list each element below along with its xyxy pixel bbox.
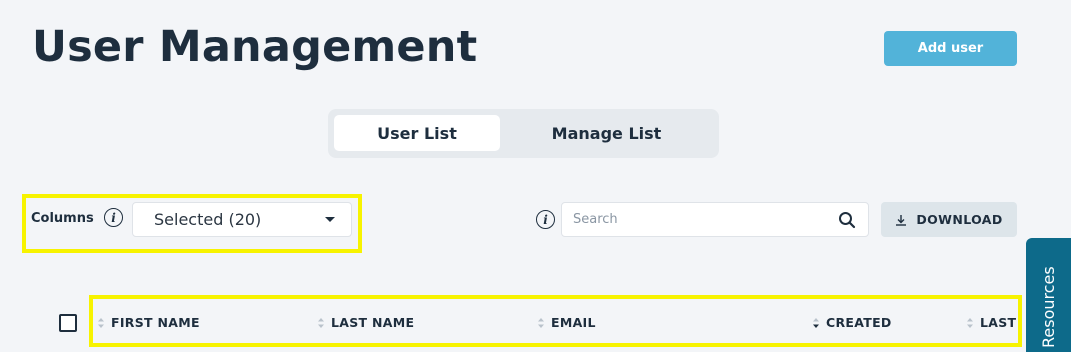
columns-select-value: Selected (20): [154, 210, 262, 229]
search-info-icon[interactable]: i: [536, 210, 555, 229]
search-icon[interactable]: [838, 211, 856, 229]
search-box: [561, 202, 869, 237]
sort-icon: [98, 317, 104, 328]
column-header-last-name[interactable]: LAST NAME: [317, 315, 414, 330]
download-icon: [896, 214, 907, 226]
sort-descending-icon: [813, 317, 819, 328]
add-user-button[interactable]: Add user: [884, 31, 1017, 66]
columns-select[interactable]: Selected (20): [132, 202, 352, 237]
column-header-label: FIRST NAME: [111, 315, 200, 330]
sort-icon: [538, 317, 544, 328]
column-header-label: LAST NAME: [331, 315, 415, 330]
columns-info-icon[interactable]: i: [104, 208, 123, 227]
columns-label: Columns: [31, 211, 94, 226]
tab-manage-list[interactable]: Manage List: [500, 115, 713, 151]
resources-side-tab[interactable]: Resources: [1026, 238, 1071, 352]
tab-user-list[interactable]: User List: [334, 115, 500, 151]
page-title: User Management: [32, 22, 478, 72]
select-all-checkbox[interactable]: [59, 314, 77, 332]
download-label: DOWNLOAD: [916, 212, 1003, 227]
sort-icon: [967, 317, 973, 328]
column-header-label: LAST: [980, 315, 1017, 330]
column-header-label: EMAIL: [551, 315, 596, 330]
column-header-first-name[interactable]: FIRST NAME: [97, 315, 200, 330]
column-header-last[interactable]: LAST: [966, 315, 1016, 330]
download-button[interactable]: DOWNLOAD: [881, 202, 1017, 237]
column-header-label: CREATED: [826, 315, 892, 330]
view-tabs: User List Manage List: [328, 109, 719, 158]
column-header-created[interactable]: CREATED: [812, 315, 892, 330]
caret-down-icon: [325, 217, 335, 222]
search-input[interactable]: [573, 203, 823, 236]
resources-label: Resources: [1039, 266, 1058, 348]
column-header-email[interactable]: EMAIL: [537, 315, 596, 330]
sort-icon: [318, 317, 324, 328]
user-management-page: User Management Add user User List Manag…: [0, 0, 1071, 352]
